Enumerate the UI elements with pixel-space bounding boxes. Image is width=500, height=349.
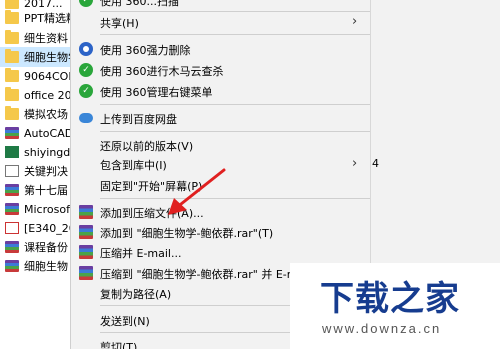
separator: [100, 131, 370, 132]
chevron-right-icon: ›: [352, 156, 358, 171]
winrar-icon: [79, 245, 93, 259]
360-delete-icon: [79, 42, 93, 56]
rar-icon: [5, 203, 19, 215]
menu-item-restore-version[interactable]: 还原以前的版本(V): [71, 135, 371, 155]
file-item[interactable]: 细胞生物: [0, 256, 70, 276]
menu-item-compress-email[interactable]: 压缩并 E-mail...: [71, 242, 371, 262]
menu-item-360-scan[interactable]: ✓ 使用 360...扫描: [71, 0, 371, 10]
file-item[interactable]: 第十七届: [0, 180, 70, 200]
menu-item-360-trojan[interactable]: ✓ 使用 360进行木马云查杀: [71, 60, 371, 80]
file-item[interactable]: 细生资料: [0, 28, 70, 48]
excel-icon: [5, 146, 19, 158]
winrar-icon: [79, 266, 93, 280]
menu-item-360-manage[interactable]: ✓ 使用 360管理右键菜单: [71, 81, 371, 101]
folder-icon: [5, 49, 19, 63]
separator: [100, 34, 370, 35]
file-item[interactable]: Microsof: [0, 199, 70, 219]
rar-icon: [5, 241, 19, 253]
rar-icon: [5, 184, 19, 196]
file-item[interactable]: [E340_20: [0, 218, 70, 238]
menu-item-360-delete[interactable]: 使用 360强力删除: [71, 39, 371, 59]
folder-icon: [5, 87, 19, 101]
background-number: 4: [372, 157, 379, 170]
chevron-right-icon: ›: [352, 14, 358, 29]
watermark-title: 下载之家: [320, 279, 460, 319]
360-shield-icon: ✓: [79, 63, 93, 77]
file-item-selected[interactable]: 细胞生物学: [0, 47, 70, 67]
file-list: 2017... PPT精选精 细生资料 细胞生物学 9064CON office…: [0, 0, 70, 349]
menu-item-add-rar[interactable]: 添加到 "细胞生物学-鲍依群.rar"(T): [71, 222, 371, 242]
watermark-subtitle: www.downza.cn: [322, 321, 442, 336]
folder-icon: [5, 68, 19, 82]
360-icon: ✓: [79, 0, 93, 7]
winrar-icon: [79, 225, 93, 239]
separator: [100, 104, 370, 105]
folder-icon: [5, 10, 19, 24]
pdf-icon: [5, 222, 19, 234]
menu-item-baidu-upload[interactable]: 上传到百度网盘: [71, 108, 371, 128]
file-item[interactable]: 关键判决: [0, 161, 70, 181]
doc-icon: [5, 165, 19, 177]
file-item[interactable]: 课程备份: [0, 237, 70, 257]
file-item[interactable]: AutoCAD: [0, 123, 70, 143]
file-item[interactable]: PPT精选精: [0, 8, 70, 28]
annotation-arrow-icon: [168, 168, 226, 215]
file-item[interactable]: 9064CON: [0, 66, 70, 86]
folder-icon: [5, 30, 19, 44]
rar-icon: [5, 127, 19, 139]
file-item[interactable]: office 20: [0, 85, 70, 105]
file-item[interactable]: shiyingde: [0, 142, 70, 162]
baidu-cloud-icon: [79, 111, 93, 125]
winrar-icon: [79, 205, 93, 219]
folder-icon: [5, 106, 19, 120]
360-manage-icon: ✓: [79, 84, 93, 98]
file-item[interactable]: 模拟农场: [0, 104, 70, 124]
watermark-logo: 下载之家 www.downza.cn: [290, 263, 500, 349]
rar-icon: [5, 260, 19, 272]
menu-item-share[interactable]: 共享(H) ›: [71, 12, 371, 32]
